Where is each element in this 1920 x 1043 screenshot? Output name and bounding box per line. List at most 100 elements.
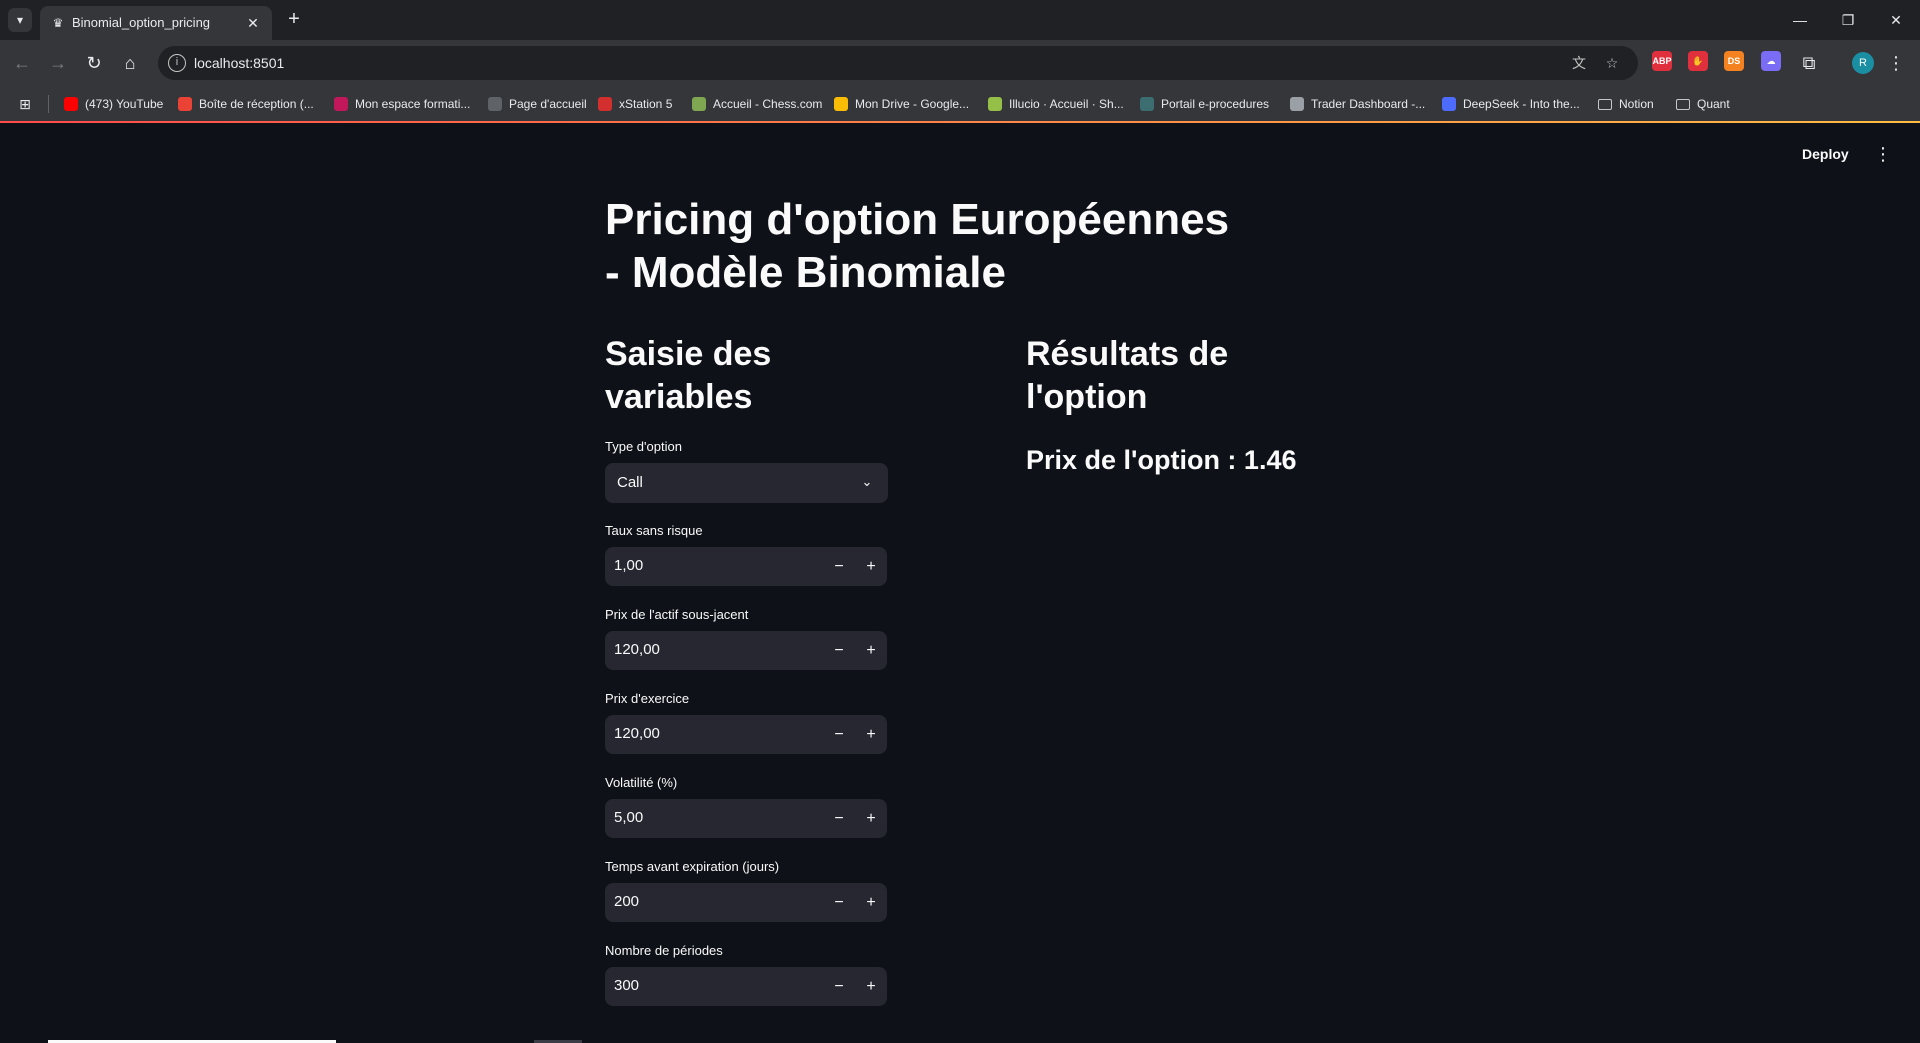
inputs-heading: Saisie des variables <box>605 335 772 416</box>
option-type-select[interactable]: Call ⌄ <box>605 463 888 503</box>
restore-icon[interactable]: ❐ <box>1824 0 1872 40</box>
streamlit-favicon-icon: ♛ <box>52 16 64 30</box>
decrement-icon[interactable]: − <box>823 631 855 670</box>
bookmark-item[interactable]: Boîte de réception (... <box>178 95 314 113</box>
bookmark-label: Notion <box>1619 97 1654 111</box>
back-icon[interactable]: ← <box>10 51 34 75</box>
chat-extension-icon[interactable]: ☁ <box>1761 51 1781 71</box>
bookmark-label: Page d'accueil <box>509 97 587 111</box>
increment-icon[interactable]: + <box>855 799 887 838</box>
underlying-price-input[interactable]: 120,00 − + <box>605 631 887 670</box>
browser-toolbar: ← → ↻ ⌂ i localhost:8501 文 ☆ ABP ✋ DS ☁ ⧉ R… <box>0 40 1920 86</box>
page-title: Pricing d'option Européennes - Modèle Bi… <box>605 195 1230 297</box>
bookmark-label: Boîte de réception (... <box>199 97 314 111</box>
url-text[interactable]: localhost:8501 <box>194 55 284 71</box>
apps-grid-icon[interactable]: ⊞ <box>16 95 34 113</box>
bookmark-label: Accueil - Chess.com <box>713 97 823 111</box>
risk-free-rate-value[interactable]: 1,00 <box>614 557 643 574</box>
decrement-icon[interactable]: − <box>823 799 855 838</box>
decrement-icon[interactable]: − <box>823 715 855 754</box>
bookmark-star-icon[interactable]: ☆ <box>1603 54 1621 72</box>
address-bar[interactable]: i localhost:8501 文 ☆ <box>158 46 1638 80</box>
reload-icon[interactable]: ↻ <box>82 51 106 75</box>
new-tab-button[interactable]: + <box>282 8 306 32</box>
bookmark-item[interactable]: Quant <box>1676 95 1730 113</box>
forward-icon[interactable]: → <box>46 51 70 75</box>
risk-free-rate-label: Taux sans risque <box>605 523 703 538</box>
bookmark-item[interactable]: Mon Drive - Google... <box>834 95 969 113</box>
strike-price-value[interactable]: 120,00 <box>614 725 660 742</box>
bookmark-label: xStation 5 <box>619 97 673 111</box>
decrement-icon[interactable]: − <box>823 883 855 922</box>
option-price-result: Prix de l'option : 1.46 <box>1026 445 1297 475</box>
shopify-icon <box>988 97 1002 111</box>
bookmarks-separator <box>48 95 49 113</box>
profile-avatar[interactable]: R <box>1852 52 1874 74</box>
risk-free-rate-input[interactable]: 1,00 − + <box>605 547 887 586</box>
increment-icon[interactable]: + <box>855 883 887 922</box>
globe-icon <box>488 97 502 111</box>
ds-extension-icon[interactable]: DS <box>1724 51 1744 71</box>
un-icon <box>334 97 348 111</box>
bookmark-label: Trader Dashboard -... <box>1311 97 1426 111</box>
browser-menu-icon[interactable]: ⋮ <box>1886 51 1906 75</box>
hand-extension-icon[interactable]: ✋ <box>1688 51 1708 71</box>
periods-value[interactable]: 300 <box>614 977 639 994</box>
translate-icon[interactable]: 文 <box>1570 54 1588 72</box>
bookmark-label: Portail e-procedures <box>1161 97 1270 111</box>
main-menu-icon[interactable]: ⋮ <box>1874 141 1892 167</box>
increment-icon[interactable]: + <box>855 631 887 670</box>
decrement-icon[interactable]: − <box>823 547 855 586</box>
extensions-puzzle-icon[interactable]: ⧉ <box>1797 51 1821 75</box>
close-window-icon[interactable]: ✕ <box>1872 0 1920 40</box>
dashboard-icon <box>1290 97 1304 111</box>
bookmark-item[interactable]: Page d'accueil <box>488 95 587 113</box>
drive-icon <box>834 97 848 111</box>
bookmark-item[interactable]: Mon espace formati... <box>334 95 470 113</box>
bookmark-item[interactable]: Portail e-procedures <box>1140 95 1269 113</box>
active-tab[interactable]: ♛ Binomial_option_pricing ✕ <box>40 6 272 40</box>
site-info-icon[interactable]: i <box>168 54 186 72</box>
bookmark-item[interactable]: Illucio · Accueil · Sh... <box>988 95 1124 113</box>
folder-icon <box>1598 98 1612 110</box>
bookmarks-bar: ⊞ (473) YouTube Boîte de réception (... Mo… <box>0 86 1920 122</box>
bookmark-item[interactable]: (473) YouTube <box>64 95 163 113</box>
adblock-icon[interactable]: ABP <box>1652 51 1672 71</box>
increment-icon[interactable]: + <box>855 547 887 586</box>
bookmark-item[interactable]: xStation 5 <box>598 95 672 113</box>
folder-icon <box>1676 98 1690 110</box>
increment-icon[interactable]: + <box>855 967 887 1006</box>
time-to-expiry-input[interactable]: 200 − + <box>605 883 887 922</box>
deploy-button[interactable]: Deploy <box>1802 146 1849 162</box>
bookmark-item[interactable]: Trader Dashboard -... <box>1290 95 1425 113</box>
increment-icon[interactable]: + <box>855 715 887 754</box>
bookmark-label: Quant <box>1697 97 1730 111</box>
volatility-label: Volatilité (%) <box>605 775 678 790</box>
close-tab-icon[interactable]: ✕ <box>244 14 262 32</box>
option-type-value: Call <box>617 474 643 491</box>
bookmark-label: Mon Drive - Google... <box>855 97 970 111</box>
underlying-price-value[interactable]: 120,00 <box>614 641 660 658</box>
periods-label: Nombre de périodes <box>605 943 723 958</box>
bookmark-label: DeepSeek - Into the... <box>1463 97 1580 111</box>
bookmark-item[interactable]: DeepSeek - Into the... <box>1442 95 1580 113</box>
minimize-icon[interactable]: — <box>1776 0 1824 40</box>
chess-icon <box>692 97 706 111</box>
volatility-value[interactable]: 5,00 <box>614 809 643 826</box>
periods-input[interactable]: 300 − + <box>605 967 887 1006</box>
decrement-icon[interactable]: − <box>823 967 855 1006</box>
home-icon[interactable]: ⌂ <box>118 51 142 75</box>
bookmark-item[interactable]: Notion <box>1598 95 1654 113</box>
bookmark-item[interactable]: Accueil - Chess.com <box>692 95 822 113</box>
youtube-icon <box>64 97 78 111</box>
tab-search-button[interactable]: ▾ <box>8 8 32 32</box>
strike-price-input[interactable]: 120,00 − + <box>605 715 887 754</box>
gmail-icon <box>178 97 192 111</box>
bookmark-label: Illucio · Accueil · Sh... <box>1009 97 1124 111</box>
volatility-input[interactable]: 5,00 − + <box>605 799 887 838</box>
time-to-expiry-label: Temps avant expiration (jours) <box>605 859 780 874</box>
time-to-expiry-value[interactable]: 200 <box>614 893 639 910</box>
bookmark-label: (473) YouTube <box>85 97 164 111</box>
bookmark-label: Mon espace formati... <box>355 97 471 111</box>
results-heading: Résultats de l'option <box>1026 335 1229 416</box>
